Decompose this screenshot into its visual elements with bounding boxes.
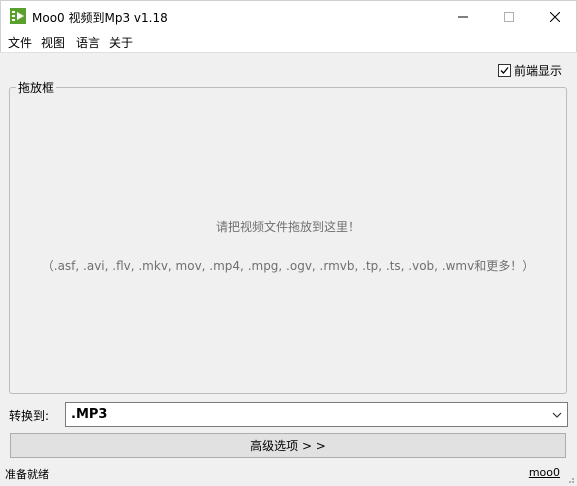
app-icon [10,8,26,24]
minimize-button[interactable] [440,1,486,32]
menu-bar: 文件 视图 语言 关于 [0,31,577,52]
window-title: Moo0 视频到Mp3 v1.18 [32,11,168,25]
maximize-icon [504,11,514,22]
supported-formats: （.asf, .avi, .flv, .mkv, mov, .mp4, .mpg… [41,259,535,273]
maximize-button[interactable] [486,1,532,32]
advanced-options-button[interactable]: 高级选项 > > [10,433,566,458]
close-icon [550,11,560,22]
topmost-checkbox[interactable] [498,64,511,77]
format-select[interactable]: .MP3 [65,402,568,427]
minimize-icon [458,16,468,17]
moo0-link[interactable]: moo0 [529,466,560,479]
menu-file[interactable]: 文件 [8,34,32,51]
drop-area-label: 拖放框 [16,79,57,96]
title-bar: Moo0 视频到Mp3 v1.18 [0,0,577,31]
checkmark-icon [500,67,509,74]
close-button[interactable] [532,1,577,32]
menu-language[interactable]: 语言 [76,34,100,51]
topmost-toggle[interactable]: 前端显示 [498,62,562,79]
convert-to-label: 转换到: [9,409,50,423]
chevron-down-icon [552,412,562,418]
menu-about[interactable]: 关于 [109,34,133,51]
format-value: .MP3 [71,407,108,422]
topmost-label: 前端显示 [514,64,563,78]
status-text: 准备就绪 [5,468,49,481]
resize-grip-icon[interactable] [565,474,575,484]
menu-divider [0,52,577,53]
drop-hint: 请把视频文件拖放到这里！ [215,220,360,234]
menu-view[interactable]: 视图 [41,34,65,51]
drop-area[interactable] [9,87,567,394]
